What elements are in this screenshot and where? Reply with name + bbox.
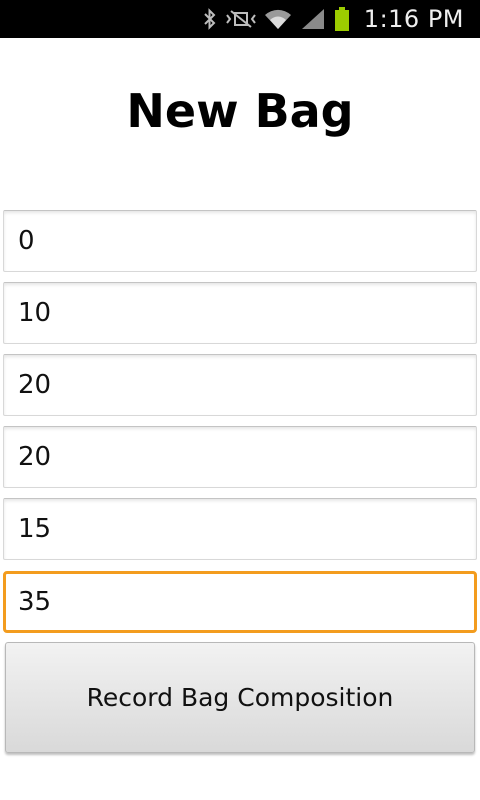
bag-field-2[interactable] [3,282,477,344]
mute-vibrate-icon [225,7,256,31]
page-title: New Bag [126,84,354,138]
cell-signal-icon [300,7,326,31]
bag-field-1[interactable] [3,210,477,272]
bag-field-6[interactable] [3,571,477,633]
status-time: 1:16 PM [363,5,464,33]
bag-field-3[interactable] [3,354,477,416]
status-bar: 1:16 PM [0,0,480,38]
wifi-icon [264,7,292,31]
record-bag-composition-button[interactable]: Record Bag Composition [5,642,475,753]
bluetooth-icon [202,7,218,31]
bag-field-4[interactable] [3,426,477,488]
bag-field-5[interactable] [3,498,477,560]
battery-icon [334,6,350,32]
